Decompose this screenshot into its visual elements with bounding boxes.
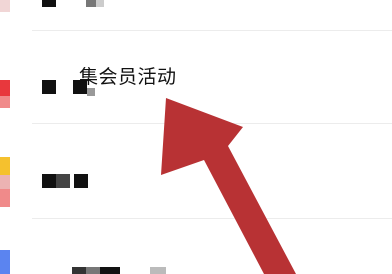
annotation-arrow-icon — [161, 98, 296, 274]
